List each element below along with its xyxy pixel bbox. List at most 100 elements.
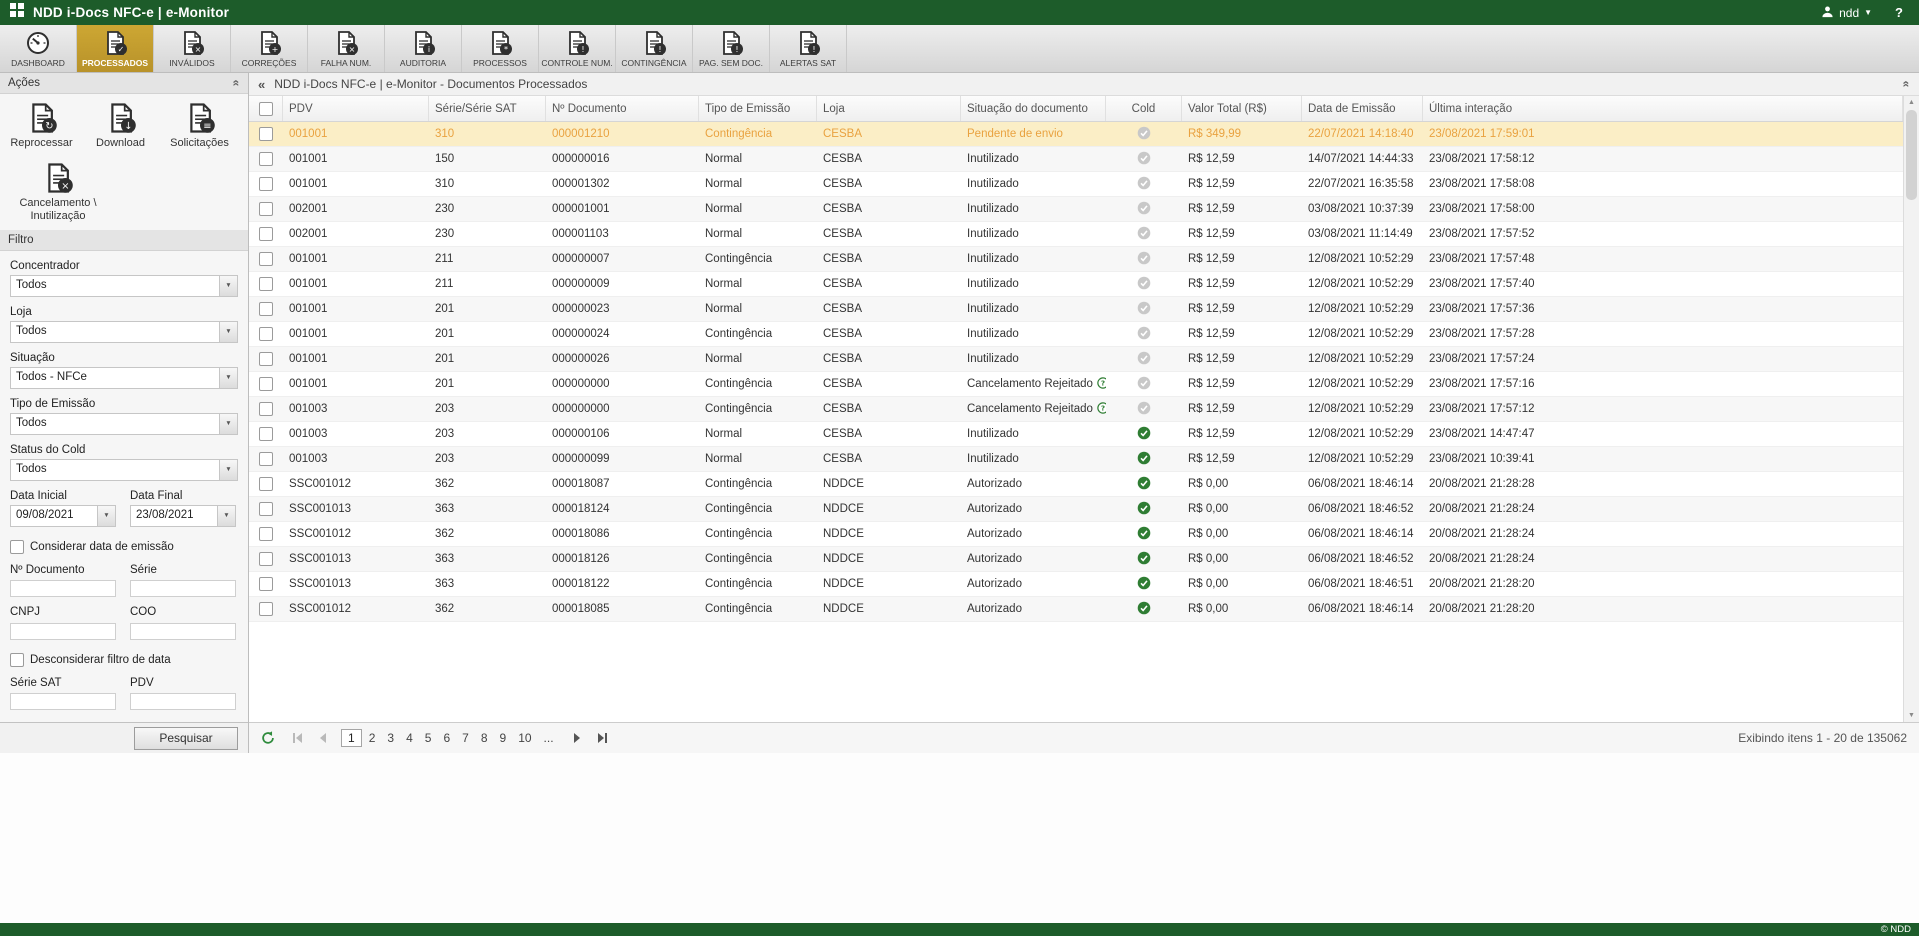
row-checkbox[interactable] xyxy=(259,602,273,616)
ribbon-item-processados[interactable]: ✓ PROCESSADOS xyxy=(77,25,154,72)
scroll-down-icon[interactable]: ▼ xyxy=(1908,709,1915,722)
status-cold-select[interactable]: Todos▼ xyxy=(10,459,238,481)
table-row[interactable]: SSC001013 363 000018126 Contingência NDD… xyxy=(249,547,1903,572)
row-checkbox[interactable] xyxy=(259,277,273,291)
ribbon-item-auditoria[interactable]: i AUDITORIA xyxy=(385,25,462,72)
action-download[interactable]: ↓ Download xyxy=(81,102,160,150)
table-row[interactable]: 001001 201 000000023 Normal CESBA Inutil… xyxy=(249,297,1903,322)
info-icon[interactable]: ? xyxy=(1097,402,1106,417)
considerar-data-emissao-checkbox[interactable]: Considerar data de emissão xyxy=(10,540,238,554)
table-row[interactable]: 001003 203 000000106 Normal CESBA Inutil… xyxy=(249,422,1903,447)
page-8-button[interactable]: 8 xyxy=(476,729,493,747)
table-row[interactable]: 001001 310 000001210 Contingência CESBA … xyxy=(249,122,1903,147)
first-page-button[interactable] xyxy=(288,731,308,745)
row-checkbox[interactable] xyxy=(259,327,273,341)
table-row[interactable]: 001001 201 000000000 Contingência CESBA … xyxy=(249,372,1903,397)
pdv-input[interactable] xyxy=(130,693,236,710)
row-checkbox[interactable] xyxy=(259,552,273,566)
last-page-button[interactable] xyxy=(592,731,612,745)
action-cancelamento-inutilizacao[interactable]: × Cancelamento \ Inutilização xyxy=(2,162,114,223)
refresh-icon[interactable] xyxy=(261,731,275,745)
cnpj-input[interactable] xyxy=(10,623,116,640)
action-reprocessar[interactable]: ↻ Reprocessar xyxy=(2,102,81,150)
row-checkbox[interactable] xyxy=(259,252,273,266)
table-row[interactable]: 002001 230 000001103 Normal CESBA Inutil… xyxy=(249,222,1903,247)
numero-documento-input[interactable] xyxy=(10,580,116,597)
table-row[interactable]: 001001 201 000000026 Normal CESBA Inutil… xyxy=(249,347,1903,372)
ribbon-item-falha-num[interactable]: × FALHA NUM. xyxy=(308,25,385,72)
table-row[interactable]: 001003 203 000000000 Contingência CESBA … xyxy=(249,397,1903,422)
scroll-up-icon[interactable]: ▲ xyxy=(1908,96,1915,109)
ribbon-item-correcoes[interactable]: + CORREÇÕES xyxy=(231,25,308,72)
data-inicial-picker[interactable]: 09/08/2021▼ xyxy=(10,505,116,527)
ribbon-item-controle-num[interactable]: ! CONTROLE NUM. xyxy=(539,25,616,72)
column-header-n-documento[interactable]: Nº Documento xyxy=(546,96,699,121)
table-row[interactable]: 001001 211 000000009 Normal CESBA Inutil… xyxy=(249,272,1903,297)
page-10-button[interactable]: 10 xyxy=(513,729,536,747)
serie-sat-input[interactable] xyxy=(10,693,116,710)
scrollbar-thumb[interactable] xyxy=(1906,110,1917,200)
column-header-tipo-de-emissao[interactable]: Tipo de Emissão xyxy=(699,96,817,121)
ribbon-item-pag-sem-doc[interactable]: ! PAG. SEM DOC. xyxy=(693,25,770,72)
table-row[interactable]: 002001 230 000001001 Normal CESBA Inutil… xyxy=(249,197,1903,222)
row-checkbox[interactable] xyxy=(259,202,273,216)
coo-input[interactable] xyxy=(130,623,236,640)
column-header-serie-serie-sat[interactable]: Série/Série SAT xyxy=(429,96,546,121)
ribbon-item-alertas-sat[interactable]: ! ALERTAS SAT xyxy=(770,25,847,72)
app-grid-icon[interactable] xyxy=(10,3,24,22)
row-checkbox[interactable] xyxy=(259,177,273,191)
column-header-pdv[interactable]: PDV xyxy=(283,96,429,121)
prev-page-button[interactable] xyxy=(313,731,333,745)
ribbon-item-processos[interactable]: * PROCESSOS xyxy=(462,25,539,72)
ribbon-item-dashboard[interactable]: DASHBOARD xyxy=(0,25,77,72)
pesquisar-button[interactable]: Pesquisar xyxy=(134,727,238,750)
table-row[interactable]: SSC001013 363 000018122 Contingência NDD… xyxy=(249,572,1903,597)
column-header-situacao-do-documento[interactable]: Situação do documento xyxy=(961,96,1106,121)
page-1-button[interactable]: 1 xyxy=(341,729,362,747)
page-5-button[interactable]: 5 xyxy=(420,729,437,747)
row-checkbox[interactable] xyxy=(259,527,273,541)
vertical-scrollbar[interactable]: ▲ ▼ xyxy=(1903,96,1919,722)
select-all-checkbox[interactable] xyxy=(259,102,273,116)
row-checkbox[interactable] xyxy=(259,427,273,441)
row-checkbox[interactable] xyxy=(259,302,273,316)
row-checkbox[interactable] xyxy=(259,352,273,366)
column-header-data-de-emissao[interactable]: Data de Emissão xyxy=(1302,96,1423,121)
info-icon[interactable]: ? xyxy=(1097,377,1106,392)
page-7-button[interactable]: 7 xyxy=(457,729,474,747)
loja-select[interactable]: Todos▼ xyxy=(10,321,238,343)
next-page-button[interactable] xyxy=(567,731,587,745)
page-3-button[interactable]: 3 xyxy=(382,729,399,747)
row-checkbox[interactable] xyxy=(259,577,273,591)
row-checkbox[interactable] xyxy=(259,377,273,391)
table-row[interactable]: 001001 211 000000007 Contingência CESBA … xyxy=(249,247,1903,272)
row-checkbox[interactable] xyxy=(259,127,273,141)
page-9-button[interactable]: 9 xyxy=(495,729,512,747)
select-all-header[interactable] xyxy=(249,96,283,121)
column-header-cold[interactable]: Cold xyxy=(1106,96,1182,121)
collapse-panel-icon[interactable]: « xyxy=(258,77,265,92)
table-row[interactable]: 001001 310 000001302 Normal CESBA Inutil… xyxy=(249,172,1903,197)
page-2-button[interactable]: 2 xyxy=(364,729,381,747)
user-menu[interactable]: ndd ▼ xyxy=(1821,5,1872,21)
row-checkbox[interactable] xyxy=(259,502,273,516)
table-row[interactable]: 001003 203 000000099 Normal CESBA Inutil… xyxy=(249,447,1903,472)
help-button[interactable]: ? xyxy=(1895,5,1903,20)
page-4-button[interactable]: 4 xyxy=(401,729,418,747)
row-checkbox[interactable] xyxy=(259,477,273,491)
table-row[interactable]: SSC001012 362 000018085 Contingência NDD… xyxy=(249,597,1903,622)
column-header-valor-total-r[interactable]: Valor Total (R$) xyxy=(1182,96,1302,121)
row-checkbox[interactable] xyxy=(259,227,273,241)
collapse-actions-icon[interactable]: « xyxy=(230,80,244,87)
page-ellipsis-button[interactable]: ... xyxy=(539,729,559,747)
column-header-loja[interactable]: Loja xyxy=(817,96,961,121)
serie-input[interactable] xyxy=(130,580,236,597)
data-final-picker[interactable]: 23/08/2021▼ xyxy=(130,505,236,527)
ribbon-item-contingencia[interactable]: ! CONTINGÊNCIA xyxy=(616,25,693,72)
table-row[interactable]: SSC001012 362 000018087 Contingência NDD… xyxy=(249,472,1903,497)
column-header-ultima-interacao[interactable]: Última interação xyxy=(1423,96,1903,121)
table-row[interactable]: SSC001012 362 000018086 Contingência NDD… xyxy=(249,522,1903,547)
table-row[interactable]: SSC001013 363 000018124 Contingência NDD… xyxy=(249,497,1903,522)
page-6-button[interactable]: 6 xyxy=(438,729,455,747)
row-checkbox[interactable] xyxy=(259,152,273,166)
